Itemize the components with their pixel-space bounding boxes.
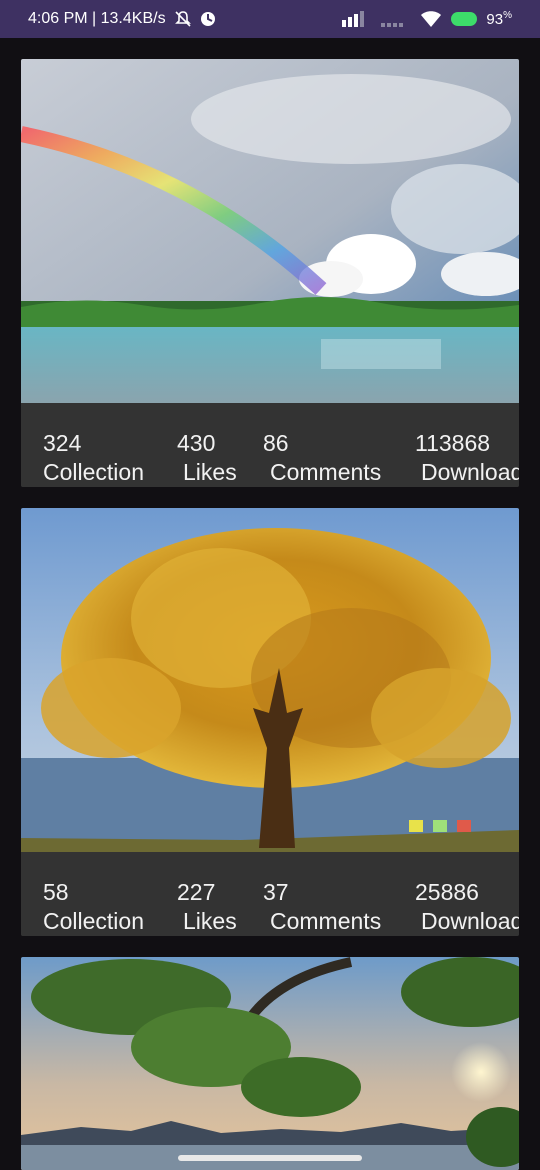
- likes-stat[interactable]: 430 Likes: [177, 429, 237, 487]
- downloads-count: 25886: [415, 879, 479, 905]
- downloads-stat[interactable]: 113868 Downloads: [415, 429, 519, 487]
- comments-label: Comments: [270, 459, 382, 485]
- battery-icon: [451, 12, 478, 26]
- downloads-label: Downloads: [421, 459, 519, 485]
- time-and-speed: 4:06 PM | 13.4KB/s: [28, 10, 166, 27]
- likes-count: 227: [177, 879, 216, 905]
- downloads-label: Downloads: [421, 908, 519, 934]
- status-bar: 4:06 PM | 13.4KB/s 93%: [0, 0, 540, 38]
- likes-label: Likes: [183, 908, 237, 934]
- collection-count: 324: [43, 430, 82, 456]
- card-stats: 324 Collection 430 Likes 86 Comments 113…: [21, 403, 519, 487]
- wallpaper-card[interactable]: 324 Collection 430 Likes 86 Comments 113…: [21, 59, 519, 487]
- wifi-icon: [420, 10, 442, 28]
- wallpaper-feed[interactable]: 324 Collection 430 Likes 86 Comments 113…: [0, 38, 540, 1170]
- comments-count: 37: [263, 879, 289, 905]
- collection-label: Collection: [43, 908, 144, 934]
- comments-stat[interactable]: 86 Comments: [263, 429, 381, 487]
- home-indicator[interactable]: [178, 1155, 362, 1161]
- comments-label: Comments: [270, 908, 382, 934]
- battery-level: 93%: [486, 10, 512, 28]
- signal-icon: [342, 10, 372, 28]
- collection-label: Collection: [43, 459, 144, 485]
- signal-weak-icon: [381, 10, 411, 28]
- status-right: 93%: [342, 10, 512, 28]
- collection-stat[interactable]: 58 Collection: [43, 878, 144, 936]
- wallpaper-card[interactable]: 58 Collection 227 Likes 37 Comments 2588…: [21, 508, 519, 936]
- vpn-icon: [200, 11, 216, 27]
- mute-icon: [174, 10, 192, 28]
- collection-stat[interactable]: 324 Collection: [43, 429, 144, 487]
- collection-count: 58: [43, 879, 69, 905]
- tree-canopy-sunset-photo[interactable]: [21, 957, 519, 1170]
- card-stats: 58 Collection 227 Likes 37 Comments 2588…: [21, 852, 519, 936]
- comments-count: 86: [263, 430, 289, 456]
- status-left: 4:06 PM | 13.4KB/s: [28, 10, 216, 28]
- likes-stat[interactable]: 227 Likes: [177, 878, 237, 936]
- likes-count: 430: [177, 430, 216, 456]
- comments-stat[interactable]: 37 Comments: [263, 878, 381, 936]
- likes-label: Likes: [183, 459, 237, 485]
- rainbow-lake-photo[interactable]: [21, 59, 519, 403]
- wallpaper-card[interactable]: [21, 957, 519, 1170]
- golden-tree-photo[interactable]: [21, 508, 519, 852]
- downloads-stat[interactable]: 25886 Downloads: [415, 878, 519, 936]
- downloads-count: 113868: [415, 430, 491, 456]
